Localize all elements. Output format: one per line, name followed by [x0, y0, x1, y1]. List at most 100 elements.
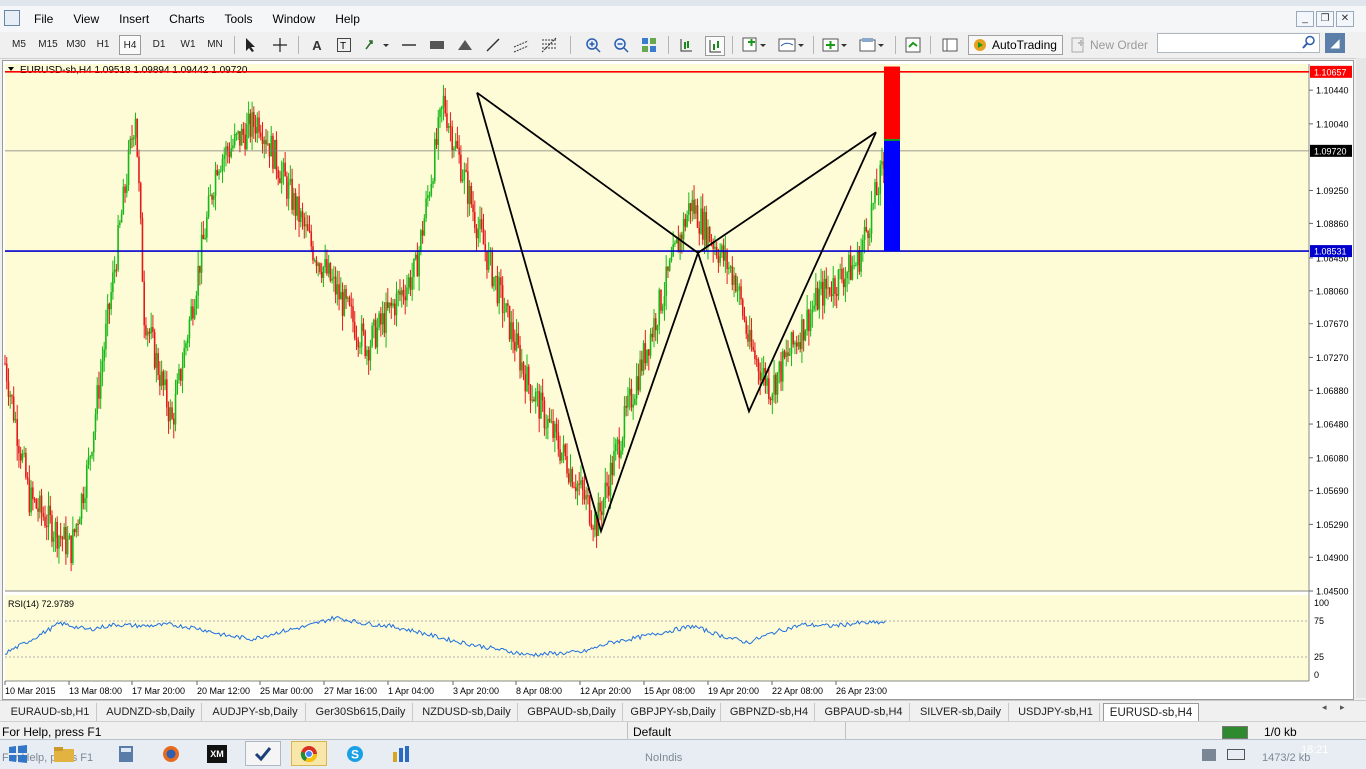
templates-icon[interactable]	[778, 36, 806, 54]
tab-eurusd-sb-h4[interactable]: EURUSD-sb,H4	[1103, 703, 1199, 722]
timeframe-d1[interactable]: D1	[148, 35, 170, 55]
menu-insert[interactable]: Insert	[109, 6, 159, 32]
new-order-button[interactable]: New Order	[1070, 35, 1152, 55]
timeframe-mn[interactable]: MN	[204, 35, 226, 55]
candle-body	[221, 158, 224, 171]
new-order-icon	[1071, 37, 1084, 53]
notification-icon[interactable]: ◢	[1325, 33, 1345, 53]
candle-body	[453, 148, 455, 151]
minimize-icon[interactable]: _	[1296, 11, 1314, 27]
text-label-icon[interactable]: T	[335, 36, 353, 54]
experts-icon[interactable]	[904, 36, 922, 54]
taskbar-item[interactable]	[383, 741, 419, 766]
taskbar-item[interactable]: XM	[199, 741, 235, 766]
tab-nzdusd-sb-daily[interactable]: NZDUSD-sb,Daily	[416, 703, 518, 721]
tab-gbpjpy-sb-daily[interactable]: GBPJPY-sb,Daily	[626, 703, 721, 721]
taskbar-item[interactable]	[153, 741, 189, 766]
tab-gbpnzd-sb-h4[interactable]: GBPNZD-sb,H4	[724, 703, 815, 721]
tab-audnzd-sb-daily[interactable]: AUDNZD-sb,Daily	[100, 703, 202, 721]
candle-body	[388, 302, 391, 308]
menu-help[interactable]: Help	[325, 6, 370, 32]
tab-ger30sb615-daily[interactable]: Ger30Sb615,Daily	[309, 703, 413, 721]
timeframe-h4[interactable]: H4	[119, 35, 141, 55]
menu-tools[interactable]: Tools	[215, 6, 263, 32]
taskbar-item[interactable]	[291, 741, 327, 766]
timeframe-w1[interactable]: W1	[177, 35, 199, 55]
chart-window[interactable]: EURUSD-sb,H4 1.09518 1.09894 1.09442 1.0…	[2, 60, 1354, 700]
zoom-in-icon[interactable]	[584, 36, 602, 54]
candle-body	[115, 269, 118, 271]
tab-left-arrow-icon[interactable]: ◂	[1322, 702, 1327, 713]
tab-audjpy-sb-daily[interactable]: AUDJPY-sb,Daily	[205, 703, 306, 721]
candle-body	[411, 277, 413, 290]
candle-body	[132, 137, 135, 140]
text-tool-icon[interactable]: A	[308, 36, 326, 54]
chart-app-icon	[393, 745, 409, 762]
periods-icon[interactable]	[859, 36, 887, 54]
candle-body	[618, 439, 621, 458]
search-icon[interactable]	[1302, 35, 1316, 49]
timeframe-h1[interactable]: H1	[92, 35, 114, 55]
restore-icon[interactable]: ❐	[1316, 11, 1334, 27]
horizontal-line-icon[interactable]	[400, 36, 418, 54]
chart-shift-icon[interactable]	[677, 36, 695, 54]
crosshair-icon[interactable]	[271, 36, 289, 54]
tab-right-arrow-icon[interactable]: ▸	[1340, 702, 1345, 713]
new-chart-icon[interactable]	[742, 36, 768, 54]
timeframe-m5[interactable]: M5	[8, 35, 30, 55]
start-button[interactable]	[0, 741, 36, 766]
status-help: For Help, press F1	[2, 725, 102, 739]
tray-keyboard-icon[interactable]	[1227, 749, 1245, 760]
status-profile[interactable]: Default	[633, 724, 671, 740]
timeframe-m30[interactable]: M30	[64, 35, 88, 55]
xm-icon: XM	[207, 744, 227, 763]
tab-usdjpy-sb-h1[interactable]: USDJPY-sb,H1	[1012, 703, 1100, 721]
candle-body	[654, 318, 657, 331]
cursor-icon[interactable]	[242, 36, 260, 54]
fibonacci-icon[interactable]	[540, 36, 558, 54]
tab-gbpaud-sb-daily[interactable]: GBPAUD-sb,Daily	[521, 703, 623, 721]
arrows-tool-icon[interactable]	[363, 36, 391, 54]
candle-body	[567, 473, 570, 483]
menu-charts[interactable]: Charts	[159, 6, 214, 32]
zoom-out-icon[interactable]	[612, 36, 630, 54]
tab-euraud-sb-h1[interactable]: EURAUD-sb,H1	[4, 703, 97, 721]
firefox-icon	[163, 745, 179, 762]
chart-canvas[interactable]: EURUSD-sb,H4 1.09518 1.09894 1.09442 1.0…	[3, 61, 1353, 699]
indicators-icon[interactable]	[822, 36, 850, 54]
tray-clock[interactable]: 18:21	[1301, 744, 1329, 756]
rectangle-icon[interactable]	[428, 36, 446, 54]
navigator-icon[interactable]	[941, 36, 959, 54]
menu-view[interactable]: View	[63, 6, 109, 32]
candle-body	[39, 495, 41, 512]
trendline-icon[interactable]	[484, 36, 502, 54]
tab-silver-sb-daily[interactable]: SILVER-sb,Daily	[913, 703, 1009, 721]
app-chart-icon[interactable]	[4, 10, 20, 26]
timeframe-m15[interactable]: M15	[36, 35, 60, 55]
tab-gbpaud-sb-h4[interactable]: GBPAUD-sb,H4	[818, 703, 910, 721]
taskbar-item[interactable]	[108, 741, 144, 766]
taskbar-item[interactable]: S	[337, 741, 373, 766]
candle-body	[141, 218, 144, 282]
candle-body	[783, 351, 786, 358]
close-icon[interactable]: ✕	[1336, 11, 1354, 27]
candle-body	[30, 487, 32, 513]
menu-file[interactable]: File	[24, 6, 63, 32]
triangle-icon[interactable]	[456, 36, 474, 54]
candle-body	[719, 252, 721, 263]
candle-body	[661, 306, 664, 311]
candle-body	[400, 290, 403, 295]
candle-body	[70, 535, 72, 563]
price-label: 1.08860	[1316, 219, 1349, 229]
taskbar-item[interactable]	[46, 741, 82, 766]
equidistant-channel-icon[interactable]	[512, 36, 530, 54]
search-input[interactable]	[1157, 33, 1320, 53]
menu-window[interactable]: Window	[263, 6, 326, 32]
tile-windows-icon[interactable]	[640, 36, 658, 54]
taskbar-item-active[interactable]	[245, 741, 281, 766]
tray-network-icon[interactable]	[1202, 749, 1216, 761]
separator	[668, 36, 669, 54]
price-label: 1.04900	[1316, 553, 1349, 563]
autoscroll-icon[interactable]	[705, 36, 725, 56]
autotrading-button[interactable]: AutoTrading	[968, 35, 1063, 55]
